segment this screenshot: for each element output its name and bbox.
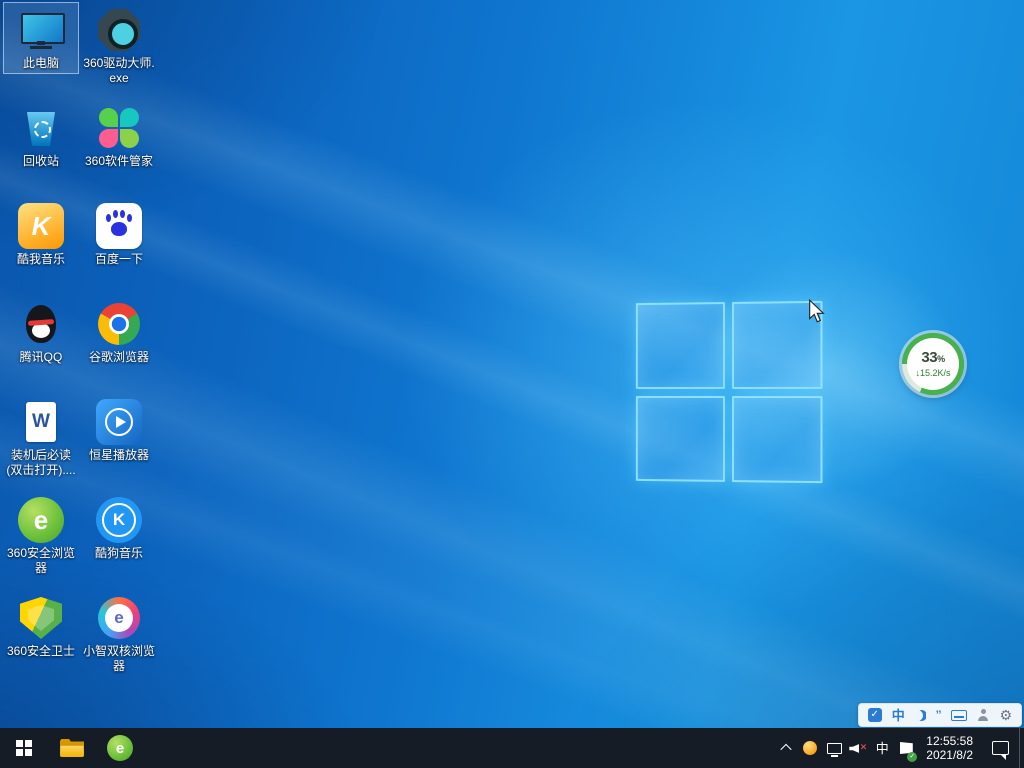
taskbar-clock[interactable]: 12:55:58 2021/8/2 [918,734,981,762]
windows-logo-pane [636,302,725,389]
desktop-icon-360-guard[interactable]: 360安全卫士 [2,590,80,688]
desktop-icon-360-software-manager[interactable]: 360软件管家 [80,100,158,198]
wired-network-icon [827,743,842,754]
desktop-icon-label: 谷歌浏览器 [89,350,149,365]
taskbar: 中 ✓ 12:55:58 2021/8/2 [0,728,1024,768]
desktop-icon-label: 酷我音乐 [17,252,65,267]
desktop-icon-label: 360安全浏览器 [5,546,77,576]
ime-fullwidth-moon-icon[interactable] [915,710,926,721]
ime-indicator-button[interactable]: 中 [870,728,894,768]
start-button[interactable] [0,728,48,768]
notification-bubble-icon [992,741,1009,755]
windows-logo-pane [636,395,725,482]
baidu-paw-icon [96,203,142,249]
kuwo-music-icon [18,203,64,249]
system-tray: 中 ✓ 12:55:58 2021/8/2 [774,728,1024,768]
chevron-up-icon [781,744,792,755]
usage-percent: 33% [921,350,944,367]
tray-360-app-button[interactable] [798,728,822,768]
recycle-bin-icon [18,105,64,151]
network-status-button[interactable] [822,728,846,768]
desktop-icon-360-driver-master[interactable]: 360驱动大师.exe [80,2,158,100]
speaker-muted-icon [849,741,867,755]
windows-logo-pane [731,301,822,389]
ime-indicator-text: 中 [876,742,889,755]
desktop-icon-label: 此电脑 [23,56,59,71]
wallpaper-windows-logo [636,301,823,483]
clock-time: 12:55:58 [926,734,973,748]
action-center-button[interactable] [981,728,1019,768]
show-desktop-button[interactable] [1019,728,1024,768]
kugou-icon [96,497,142,543]
desktop-icon-label: 回收站 [23,154,59,169]
360-browser-icon [18,497,64,543]
pinwheel-icon [96,105,142,151]
360-browser-icon [107,735,133,761]
desktop-icon-label: 恒星播放器 [89,448,149,463]
360-guard-shield-icon [18,595,64,641]
check-badge-icon: ✓ [907,752,917,762]
desktop-icon-360-browser[interactable]: 360安全浏览器 [2,492,80,590]
desktop-icon-xiaozhi-browser[interactable]: 小智双核浏览器 [80,590,158,688]
ime-toolbar[interactable]: 中 [858,703,1022,727]
ime-logo-icon[interactable] [868,708,882,722]
desktop-icon-baidu[interactable]: 百度一下 [80,198,158,296]
desktop-icon-label: 装机后必读(双击打开).... [5,448,77,478]
desktop-icon-label: 360安全卫士 [7,644,75,659]
gold-ball-icon [803,741,817,755]
download-speed: ↓15.2K/s [915,368,950,378]
desktop-icon-kuwo-music[interactable]: 酷我音乐 [2,198,80,296]
desktop-icon-tencent-qq[interactable]: 腾讯QQ [2,296,80,394]
play-button-icon [96,399,142,445]
desktop-icon-label: 百度一下 [95,252,143,267]
desktop-icon-readme[interactable]: 装机后必读(双击打开).... [2,394,80,492]
desktop-icon-label: 小智双核浏览器 [83,644,155,674]
ime-account-icon[interactable] [977,709,989,721]
desktop-icon-label: 腾讯QQ [20,350,63,365]
security-center-button[interactable]: ✓ [894,728,918,768]
ime-language-mode-icon[interactable]: 中 [892,709,905,722]
net-speed-float-widget[interactable]: 33% ↓15.2K/s [901,332,965,396]
desktop-icon-label: 360软件管家 [85,154,153,169]
windows-logo-pane [731,396,822,484]
desktop-icon-recycle-bin[interactable]: 回收站 [2,100,80,198]
chrome-icon [96,301,142,347]
ime-keyboard-icon[interactable] [951,710,967,721]
desktop-icon-grid: 此电脑 回收站 酷我音乐 腾讯QQ 装机后必读(双击打开).... 360安全浏… [2,2,158,688]
desktop-icon-chrome[interactable]: 谷歌浏览器 [80,296,158,394]
ime-punctuation-icon[interactable] [936,710,942,721]
360-browser-taskbar-button[interactable] [96,728,144,768]
this-pc-monitor-icon [18,7,64,53]
readme-document-icon [18,399,64,445]
ime-settings-gear-icon[interactable] [999,708,1012,722]
desktop-icon-this-pc[interactable]: 此电脑 [2,2,80,100]
folder-icon [60,739,84,757]
windows-start-icon [16,740,32,756]
tray-expand-button[interactable] [774,728,798,768]
desktop-icon-label: 360驱动大师.exe [83,56,155,86]
file-explorer-button[interactable] [48,728,96,768]
desktop-icon-kugou-music[interactable]: 酷狗音乐 [80,492,158,590]
gear-icon [96,7,142,53]
clock-date: 2021/8/2 [926,748,973,762]
net-widget-progress-ring: 33% ↓15.2K/s [902,333,964,395]
qq-penguin-icon [18,301,64,347]
desktop-icon-label: 酷狗音乐 [95,546,143,561]
xiaozhi-browser-icon [96,595,142,641]
volume-button[interactable] [846,728,870,768]
desktop-icon-star-player[interactable]: 恒星播放器 [80,394,158,492]
